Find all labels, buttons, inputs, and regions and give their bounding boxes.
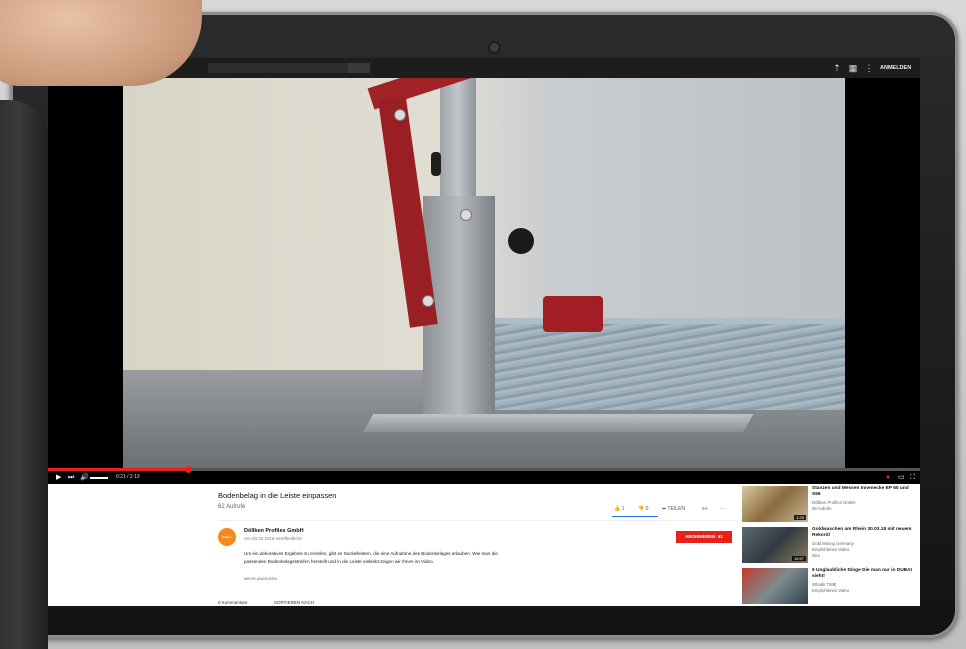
recommendation-item[interactable]: 5 Unglaubliche Dinge Die man nur in DUBA… [742, 568, 918, 606]
recommendation-title[interactable]: Stanzen und Messen Innenecke EP 60 und S… [812, 486, 912, 498]
show-more-link[interactable]: MEHR ANZEIGEN [244, 576, 277, 581]
camera-icon [490, 43, 499, 52]
scene-red-clamp [543, 296, 603, 332]
search-button[interactable] [348, 63, 370, 73]
recommendation-meta: Empfohlenes Video [812, 588, 850, 593]
signin-button[interactable]: ANMELDEN [880, 62, 911, 74]
video-duration: 16:57 [791, 556, 806, 561]
thumbs-down-icon: 👎 [638, 506, 645, 512]
video-thumbnail[interactable]: 1:29 [742, 486, 808, 522]
avatar[interactable]: Döllken [218, 528, 236, 546]
person-arm [0, 100, 48, 649]
view-count: 62 Aufrufe [218, 504, 246, 510]
recommendation-item[interactable]: 1:29 Stanzen und Messen Innenecke EP 60 … [742, 486, 918, 524]
new-badge: Neu [812, 553, 820, 558]
next-icon[interactable]: ⏭ [68, 471, 74, 484]
more-actions-icon[interactable]: ··· [720, 506, 725, 512]
video-player[interactable]: ▶ ⏭ 🔊 0:21 / 2:13 ● ▭ ⛶ [48, 78, 920, 484]
publish-date: Am 20.02.2018 veröffentlicht [244, 536, 302, 541]
add-to-playlist-icon[interactable]: ≡+ [702, 506, 708, 512]
share-label: TEILEN [667, 506, 686, 512]
scene-tool-foot [363, 414, 754, 432]
apps-grid-icon[interactable]: ▦ [848, 62, 858, 74]
video-duration: 1:29 [794, 515, 806, 520]
tablet-screen: ⇡ ▦ ⋮ ANMELDEN ▶ ⏭ 🔊 0:21 / 2:13 ● ▭ ⛶ B… [48, 58, 920, 606]
volume-slider[interactable] [90, 477, 108, 479]
subscribe-label: ABONNIEREN [685, 534, 716, 539]
time-display: 0:21 / 2:13 [116, 474, 140, 480]
video-frame[interactable] [123, 78, 845, 468]
recommendation-meta: 58 Aufrufe [812, 506, 832, 511]
recommendation-channel: Whatik TIME [812, 582, 837, 587]
more-vert-icon[interactable]: ⋮ [864, 62, 874, 74]
like-ratio-bar [612, 516, 658, 517]
scene-black-knob [508, 228, 534, 254]
recommendation-title[interactable]: 5 Unglaubliche Dinge Die man nur in DUBA… [812, 568, 912, 580]
sort-button[interactable]: SORTIEREN NACH [274, 600, 314, 605]
volume-icon[interactable]: 🔊 [80, 471, 89, 484]
recommendation-item[interactable]: 16:57 Goldwaschen am Rhein 30.03.18 mit … [742, 527, 918, 565]
subscribe-button[interactable]: ABONNIEREN 51 [676, 531, 732, 543]
subscriber-count: 51 [717, 534, 723, 539]
watch-page: Bodenbelag in die Leiste einpassen 62 Au… [48, 484, 920, 606]
player-controls: ▶ ⏭ 🔊 0:21 / 2:13 ● ▭ ⛶ [48, 471, 920, 484]
video-description: Um ein dekoratives Ergebnis zu erzielen,… [244, 551, 498, 564]
upload-icon[interactable]: ⇡ [832, 62, 842, 74]
miniplayer-icon[interactable]: ▭ [898, 471, 905, 484]
like-button[interactable]: 👍 1 [614, 506, 624, 512]
search-input[interactable] [208, 63, 348, 73]
share-icon: ➦ [662, 506, 667, 512]
dislike-button[interactable]: 👎 0 [638, 506, 648, 512]
video-thumbnail[interactable] [742, 568, 808, 604]
like-count: 1 [621, 506, 625, 512]
scene-bolt [461, 210, 471, 220]
recommendation-channel: Döllken Profiles GmbH [812, 500, 856, 505]
channel-name[interactable]: Döllken Profiles GmbH [244, 528, 304, 534]
fullscreen-icon[interactable]: ⛶ [910, 471, 915, 484]
video-title: Bodenbelag in die Leiste einpassen [218, 491, 337, 500]
video-thumbnail[interactable]: 16:57 [742, 527, 808, 563]
recommendation-channel: Gold Mining Germany [812, 541, 854, 546]
comments-count: 0 Kommentare [218, 600, 248, 605]
recommendation-title[interactable]: Goldwaschen am Rhein 30.03.18 mit neuem … [812, 527, 912, 539]
scene-bolt [395, 110, 405, 120]
divider [218, 520, 738, 521]
dislike-count: 0 [645, 506, 649, 512]
play-icon[interactable]: ▶ [56, 471, 61, 484]
scene-bolt [423, 296, 433, 306]
thumbs-up-icon: 👍 [614, 506, 621, 512]
scene-board [481, 324, 845, 410]
autoplay-icon[interactable]: ● [886, 471, 890, 484]
share-button[interactable]: ➦ TEILEN [662, 506, 685, 512]
scene-small-knob [431, 152, 441, 176]
recommendation-meta: Empfohlenes Video [812, 547, 850, 552]
person-hand [0, 0, 202, 86]
